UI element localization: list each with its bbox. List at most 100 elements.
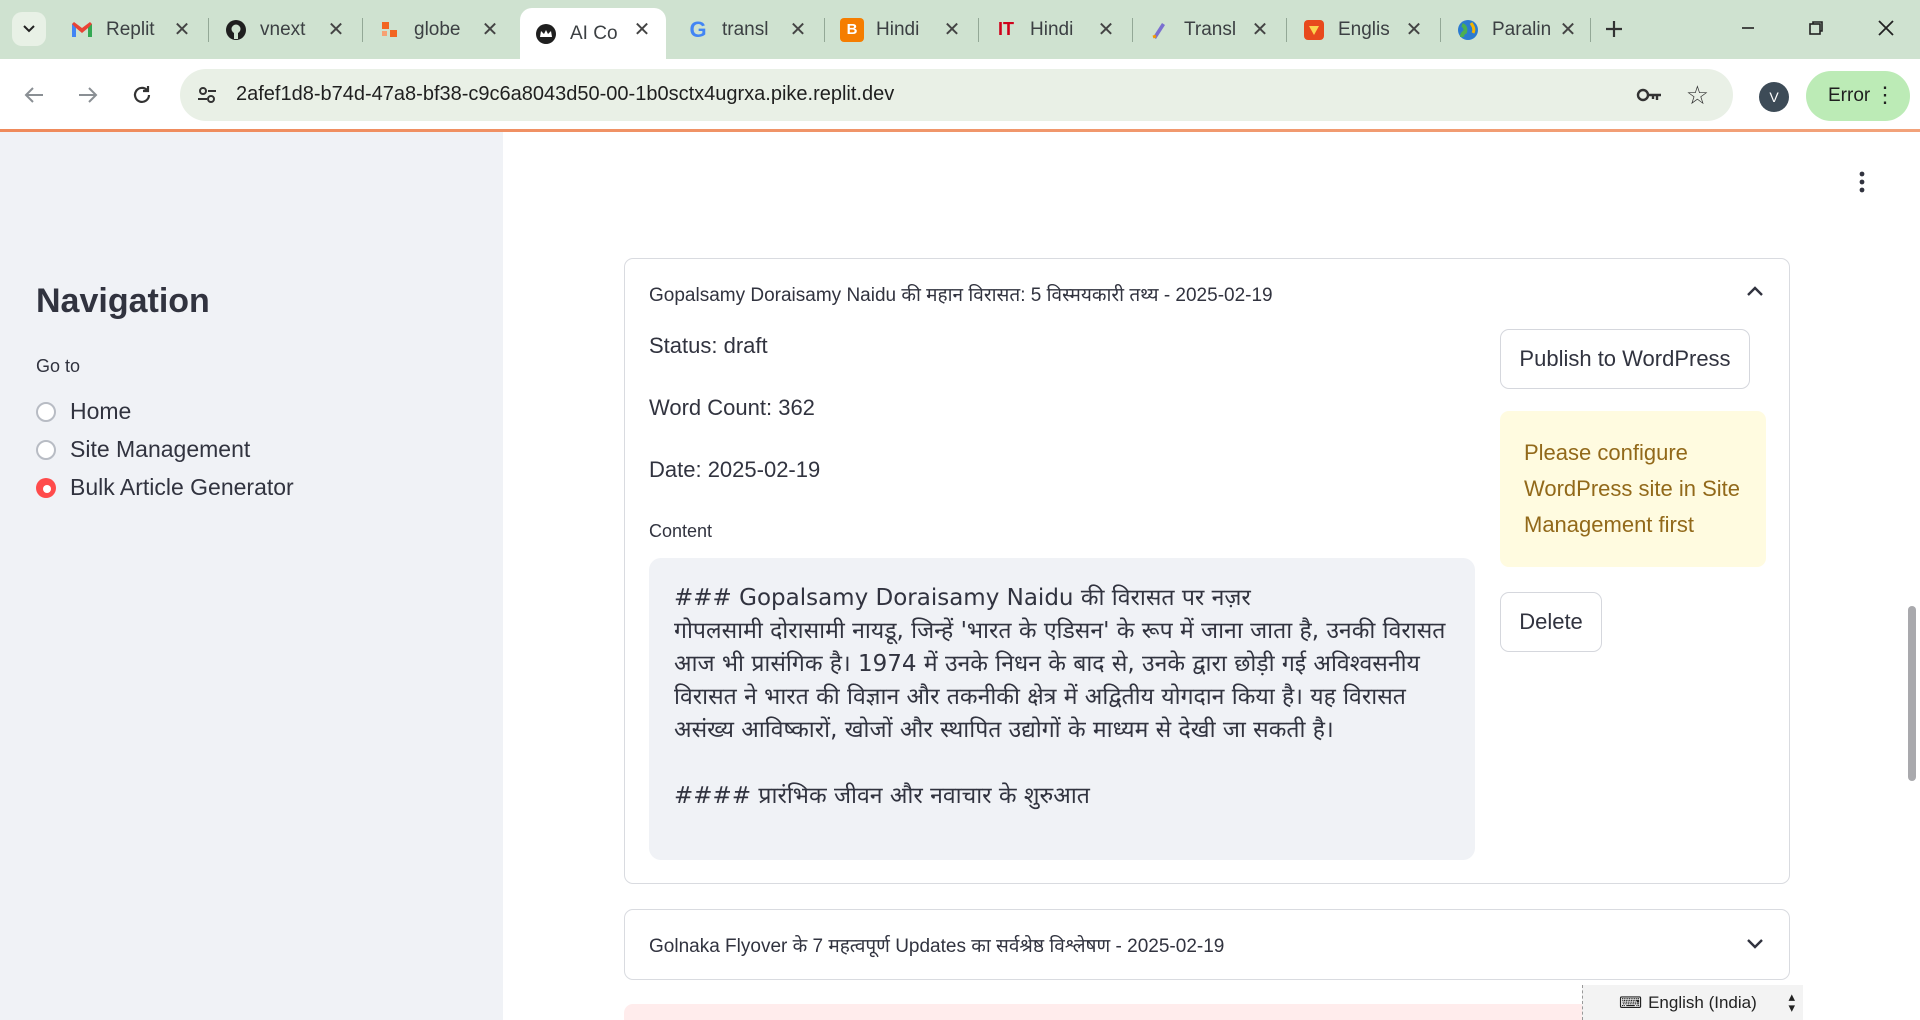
close-tab-icon[interactable]: ✕: [1094, 17, 1118, 41]
translate-pen-icon: [1148, 18, 1172, 42]
sidebar: [0, 132, 503, 1020]
restore-icon: [1809, 21, 1823, 35]
it-icon: IT: [998, 19, 1014, 39]
forward-button[interactable]: [70, 77, 106, 113]
nav-option-site-management[interactable]: Site Management: [36, 436, 250, 463]
tab-globe[interactable]: globe ✕: [364, 8, 514, 51]
tab-title: AI Co: [570, 22, 618, 44]
article-status: Status: draft: [649, 333, 768, 358]
tab-title: Englis: [1338, 18, 1390, 40]
more-vert-icon: ⋮: [1874, 82, 1896, 107]
close-tab-icon[interactable]: ✕: [630, 17, 654, 41]
tab-title: globe: [414, 18, 461, 40]
reload-button[interactable]: [124, 77, 160, 113]
tab-ai-content[interactable]: AI Co ✕: [520, 8, 666, 59]
up-down-arrows-icon: ▴ ▾: [1788, 989, 1795, 1015]
configure-warning: Please configure WordPress site in Site …: [1500, 411, 1766, 567]
address-bar[interactable]: 2afef1d8-b74d-47a8-bf38-c9c6a8043d50-00-…: [180, 69, 1733, 121]
article-expander: Gopalsamy Doraisamy Naidu की महान विरासत…: [624, 258, 1790, 884]
close-tab-icon[interactable]: ✕: [1402, 17, 1426, 41]
url-text[interactable]: 2afef1d8-b74d-47a8-bf38-c9c6a8043d50-00-…: [236, 83, 894, 106]
minimize-icon: [1742, 27, 1754, 29]
password-key-icon[interactable]: [1635, 82, 1661, 108]
nav-option-home[interactable]: Home: [36, 398, 131, 425]
profile-avatar[interactable]: V: [1759, 82, 1789, 112]
reload-icon: [133, 86, 151, 103]
tab-search-button[interactable]: [12, 12, 46, 46]
github-icon: [224, 18, 248, 42]
tab-github[interactable]: vnext ✕: [210, 8, 360, 51]
tab-title: Hindi: [876, 18, 920, 40]
error-button[interactable]: Error ⋮: [1806, 71, 1910, 121]
nav-option-bulk-article-generator[interactable]: Bulk Article Generator: [36, 474, 294, 501]
tab-replit[interactable]: Replit ✕: [56, 8, 206, 51]
main-menu-button[interactable]: [1852, 170, 1872, 200]
chevron-up-icon: [1747, 286, 1763, 296]
bookmark-star-icon[interactable]: ☆: [1686, 80, 1709, 111]
close-window-button[interactable]: [1863, 8, 1909, 48]
gmail-icon: [70, 18, 94, 42]
publish-to-wordpress-button[interactable]: Publish to WordPress: [1500, 329, 1750, 389]
arrow-left-icon: [24, 87, 43, 103]
tab-paralink[interactable]: Paralin ✕: [1442, 8, 1592, 51]
go-to-label: Go to: [36, 356, 81, 376]
google-icon: G: [689, 16, 707, 42]
radio-button[interactable]: [36, 401, 56, 422]
globe-app-icon: [378, 18, 402, 42]
keyboard-icon: ⌨: [1619, 994, 1643, 1012]
article-header[interactable]: Golnaka Flyover के 7 महत्वपूर्ण Updates …: [649, 932, 1224, 958]
tab-strip: Replit ✕ vnext ✕ globe ✕ AI Co ✕ G trans…: [0, 0, 1920, 59]
new-tab-button[interactable]: [1597, 12, 1631, 46]
language-indicator[interactable]: ⌨ English (India) ▴ ▾: [1582, 985, 1803, 1020]
close-tab-icon[interactable]: ✕: [1248, 17, 1272, 41]
nav-option-label: Home: [70, 398, 132, 424]
chevron-down-icon: [23, 25, 35, 33]
chevron-down-icon: [1747, 939, 1763, 949]
article-word-count: Word Count: 362: [649, 395, 815, 420]
article-header[interactable]: Gopalsamy Doraisamy Naidu की महान विरासत…: [649, 281, 1273, 307]
globe-colorful-icon: [1456, 18, 1480, 42]
content-label: Content: [649, 521, 713, 541]
close-tab-icon[interactable]: ✕: [786, 17, 810, 41]
close-tab-icon[interactable]: ✕: [940, 17, 964, 41]
close-tab-icon[interactable]: ✕: [170, 17, 194, 41]
dictionary-icon: [1302, 18, 1326, 42]
expand-button[interactable]: [1743, 932, 1767, 956]
error-label: Error: [1828, 85, 1871, 106]
radio-button[interactable]: [36, 439, 56, 460]
crown-icon: [534, 22, 558, 46]
close-tab-icon[interactable]: ✕: [1556, 17, 1580, 41]
site-settings-icon[interactable]: [194, 82, 220, 108]
tab-english-dictionary[interactable]: Englis ✕: [1288, 8, 1438, 51]
tab-title: vnext: [260, 18, 306, 40]
plus-icon: [1606, 21, 1622, 37]
page-scrollbar[interactable]: [1908, 606, 1916, 781]
back-button[interactable]: [16, 77, 52, 113]
close-tab-icon[interactable]: ✕: [324, 17, 348, 41]
close-icon: [1878, 20, 1894, 36]
tab-title: transl: [722, 18, 769, 40]
language-label: English (India): [1648, 992, 1757, 1012]
sidebar-title: Navigation: [36, 282, 210, 320]
delete-button[interactable]: Delete: [1500, 592, 1602, 652]
tab-translate[interactable]: Transl ✕: [1134, 8, 1284, 51]
radio-button-selected[interactable]: [36, 477, 56, 498]
tab-title: Paralin: [1492, 18, 1550, 40]
tab-hindi-it[interactable]: IT Hindi ✕: [980, 8, 1130, 51]
tab-title: Transl: [1184, 18, 1237, 40]
tab-title: Replit: [106, 18, 155, 40]
tab-hindi-blogger[interactable]: B Hindi ✕: [826, 8, 976, 51]
tab-google-translate[interactable]: G transl ✕: [672, 8, 822, 51]
content-text: ### Gopalsamy Doraisamy Naidu की विरासत …: [674, 585, 1446, 809]
article-expander-collapsed[interactable]: Golnaka Flyover के 7 महत्वपूर्ण Updates …: [624, 909, 1790, 980]
nav-option-label: Site Management: [70, 436, 251, 462]
content-textarea[interactable]: ### Gopalsamy Doraisamy Naidu की विरासत …: [649, 558, 1475, 860]
tab-title: Hindi: [1030, 18, 1074, 40]
browser-toolbar: 2afef1d8-b74d-47a8-bf38-c9c6a8043d50-00-…: [0, 59, 1920, 130]
minimize-button[interactable]: [1725, 8, 1771, 48]
collapse-button[interactable]: [1743, 279, 1767, 303]
nav-option-label: Bulk Article Generator: [70, 474, 294, 500]
close-tab-icon[interactable]: ✕: [478, 17, 502, 41]
restore-button[interactable]: [1793, 8, 1839, 48]
more-vert-icon: [1859, 171, 1865, 193]
